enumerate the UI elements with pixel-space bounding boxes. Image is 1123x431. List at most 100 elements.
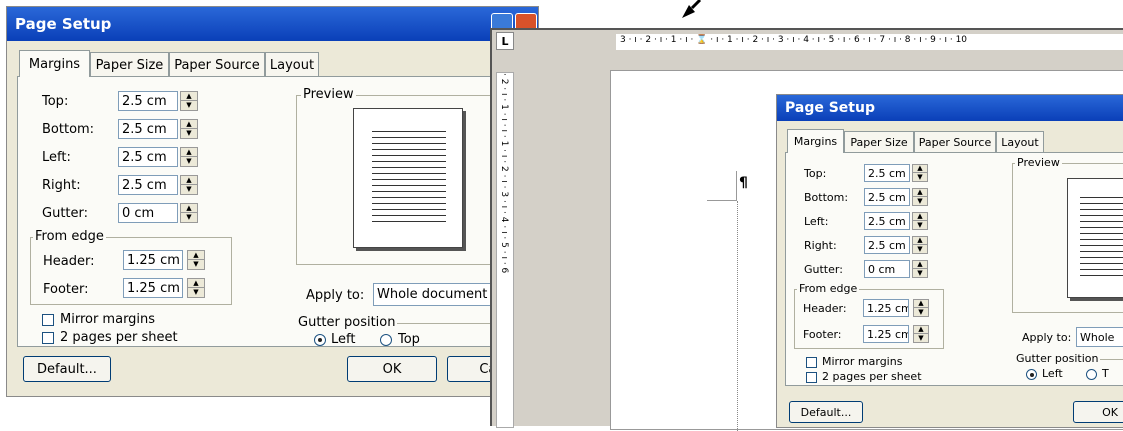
tab-paper-size-small[interactable]: Paper Size xyxy=(844,131,914,153)
spin-up-icon[interactable]: ▲ xyxy=(188,279,204,288)
right-label: Right: xyxy=(42,178,81,193)
gutter-top-radio-small[interactable] xyxy=(1086,369,1097,380)
tab-margins-small[interactable]: Margins xyxy=(787,129,844,153)
footer-spinner-small[interactable]: ▲ ▼ xyxy=(913,325,929,343)
spin-down-icon[interactable]: ▼ xyxy=(914,334,928,342)
spin-up-icon[interactable]: ▲ xyxy=(914,326,928,334)
left-input[interactable]: 2.5 cm xyxy=(118,147,178,167)
bottom-label: Bottom: xyxy=(42,122,95,137)
footer-spinner[interactable]: ▲ ▼ xyxy=(187,278,205,298)
default-button-small[interactable]: Default... xyxy=(789,401,863,423)
top-input[interactable]: 2.5 cm xyxy=(118,91,178,111)
spin-up-icon[interactable]: ▲ xyxy=(913,213,927,221)
gutter-left-label: Left xyxy=(331,332,356,347)
vertical-ruler-labels: · 2 · ı · 1 · ı · ı · 1 · ı · 2 · ı · 3 … xyxy=(499,73,509,274)
mirror-margins-checkbox[interactable] xyxy=(42,314,54,326)
top-input-small[interactable]: 2.5 cm xyxy=(864,164,910,182)
right-input[interactable]: 2.5 cm xyxy=(118,175,178,195)
spin-down-icon[interactable]: ▼ xyxy=(181,213,197,222)
spin-down-icon[interactable]: ▼ xyxy=(188,288,204,297)
mirror-margins-checkbox-small[interactable] xyxy=(806,357,817,368)
footer-label: Footer: xyxy=(43,282,89,297)
header-input[interactable]: 1.25 cm xyxy=(123,250,183,270)
spin-down-icon[interactable]: ▼ xyxy=(188,260,204,269)
spin-up-icon[interactable]: ▲ xyxy=(913,165,927,173)
spin-up-icon[interactable]: ▲ xyxy=(913,237,927,245)
tab-paper-source[interactable]: Paper Source xyxy=(169,52,265,77)
apply-to-label: Apply to: xyxy=(306,288,365,303)
two-pages-checkbox[interactable] xyxy=(42,332,54,344)
tab-layout[interactable]: Layout xyxy=(265,52,319,77)
left-spinner[interactable]: ▲ ▼ xyxy=(180,147,198,167)
ruler-corner[interactable]: L xyxy=(496,32,514,50)
spin-down-icon[interactable]: ▼ xyxy=(913,245,927,253)
spin-up-icon[interactable]: ▲ xyxy=(188,251,204,260)
right-spinner-small[interactable]: ▲ ▼ xyxy=(912,236,928,254)
ok-button-small[interactable]: OK xyxy=(1073,401,1123,423)
spin-up-icon[interactable]: ▲ xyxy=(181,120,197,129)
spin-up-icon[interactable]: ▲ xyxy=(913,261,927,269)
horizontal-ruler[interactable]: 3 · ı · 2 · ı · 1 · ı · ⌛ · ı · 1 · ı · … xyxy=(516,32,1123,52)
header-spinner-small[interactable]: ▲ ▼ xyxy=(913,299,929,317)
default-button[interactable]: Default... xyxy=(23,356,111,382)
spin-up-icon[interactable]: ▲ xyxy=(181,204,197,213)
spin-down-icon[interactable]: ▼ xyxy=(181,101,197,110)
gutter-input-small[interactable]: 0 cm xyxy=(864,260,910,278)
left-spinner-small[interactable]: ▲ ▼ xyxy=(912,212,928,230)
gutter-top-radio[interactable] xyxy=(380,334,392,346)
bottom-input-small[interactable]: 2.5 cm xyxy=(864,188,910,206)
spin-down-icon[interactable]: ▼ xyxy=(914,308,928,316)
tab-layout-small[interactable]: Layout xyxy=(996,131,1044,153)
gutter-spinner[interactable]: ▲ ▼ xyxy=(180,203,198,223)
bottom-input[interactable]: 2.5 cm xyxy=(118,119,178,139)
gutter-left-radio[interactable] xyxy=(314,334,326,346)
tab-margins[interactable]: Margins xyxy=(19,50,90,77)
tab-paper-source-small[interactable]: Paper Source xyxy=(914,131,996,153)
margin-guide-line xyxy=(737,201,738,431)
top-spinner-small[interactable]: ▲ ▼ xyxy=(912,164,928,182)
bottom-spinner[interactable]: ▲ ▼ xyxy=(180,119,198,139)
spin-down-icon[interactable]: ▼ xyxy=(181,185,197,194)
gutter-left-radio-small[interactable] xyxy=(1026,369,1037,380)
gutter-label: Gutter: xyxy=(42,206,89,221)
horizontal-ruler-labels: 3 · ı · 2 · ı · 1 · ı · ⌛ · ı · 1 · ı · … xyxy=(620,35,968,45)
preview-title-small: Preview xyxy=(1015,156,1062,169)
spin-down-icon[interactable]: ▼ xyxy=(181,129,197,138)
spin-down-icon[interactable]: ▼ xyxy=(913,173,927,181)
bottom-spinner-small[interactable]: ▲ ▼ xyxy=(912,188,928,206)
spin-up-icon[interactable]: ▲ xyxy=(914,300,928,308)
header-input-small[interactable]: 1.25 cm xyxy=(863,299,909,317)
left-input-small[interactable]: 2.5 cm xyxy=(864,212,910,230)
header-spinner[interactable]: ▲ ▼ xyxy=(187,250,205,270)
spin-up-icon[interactable]: ▲ xyxy=(181,176,197,185)
spin-up-icon[interactable]: ▲ xyxy=(181,92,197,101)
tab-paper-size[interactable]: Paper Size xyxy=(90,52,169,77)
gutter-input[interactable]: 0 cm xyxy=(118,203,178,223)
margins-panel-small: Top: 2.5 cm ▲ ▼ Bottom: 2.5 cm ▲ ▼ Left: 2… xyxy=(785,152,1123,386)
from-edge-group-small: From edge Header: 1.25 cm ▲ ▼ Footer: 1.2… xyxy=(794,282,944,349)
preview-title: Preview xyxy=(301,87,356,102)
header-label-small: Header: xyxy=(803,302,847,315)
top-spinner[interactable]: ▲ ▼ xyxy=(180,91,198,111)
bottom-label-small: Bottom: xyxy=(804,191,849,204)
spin-up-icon[interactable]: ▲ xyxy=(913,189,927,197)
spin-down-icon[interactable]: ▼ xyxy=(181,157,197,166)
footer-input-small[interactable]: 1.25 cm xyxy=(863,325,909,343)
ok-button[interactable]: OK xyxy=(347,356,437,382)
spin-down-icon[interactable]: ▼ xyxy=(913,269,927,277)
preview-group-small: Preview xyxy=(1012,156,1123,313)
right-input-small[interactable]: 2.5 cm xyxy=(864,236,910,254)
gutter-spinner-small[interactable]: ▲ ▼ xyxy=(912,260,928,278)
spin-up-icon[interactable]: ▲ xyxy=(181,148,197,157)
gutter-position-title: Gutter position xyxy=(296,315,398,330)
paragraph-mark-icon: ¶ xyxy=(739,175,748,191)
right-spinner[interactable]: ▲ ▼ xyxy=(180,175,198,195)
footer-input[interactable]: 1.25 cm xyxy=(123,278,183,298)
two-pages-checkbox-small[interactable] xyxy=(806,372,817,383)
dialog-title: Page Setup xyxy=(15,15,112,33)
spin-down-icon[interactable]: ▼ xyxy=(913,221,927,229)
vertical-ruler[interactable]: · 2 · ı · 1 · ı · ı · 1 · ı · 2 · ı · 3 … xyxy=(496,72,514,428)
apply-to-select-small[interactable]: Whole xyxy=(1076,327,1123,347)
spin-down-icon[interactable]: ▼ xyxy=(913,197,927,205)
pointer-arrow-icon xyxy=(682,0,702,18)
